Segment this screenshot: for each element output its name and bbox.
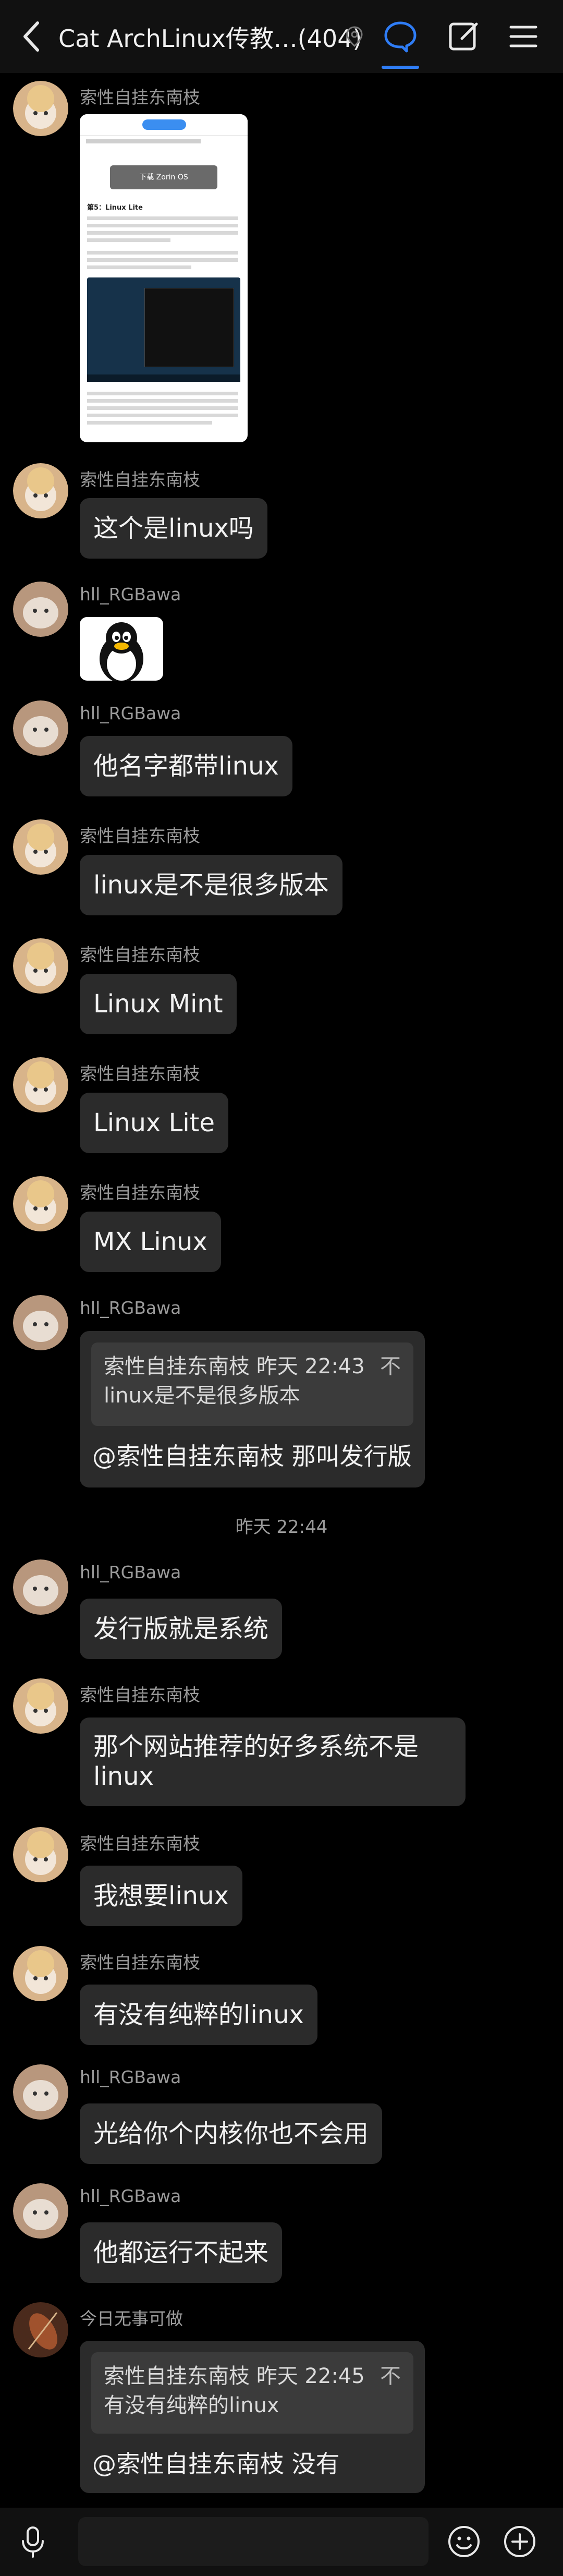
chevron-left-icon[interactable] bbox=[16, 16, 47, 57]
avatar-hll[interactable] bbox=[13, 1559, 68, 1615]
timestamp-divider: 昨天 22:44 bbox=[235, 1517, 328, 1538]
active-tab-indicator bbox=[382, 66, 419, 69]
quote-text: 有没有纯粹的linux bbox=[104, 2393, 279, 2417]
message-bubble[interactable]: 那个网站推荐的好多系统不是 linux bbox=[80, 1718, 466, 1806]
message-bubble[interactable]: 发行版就是系统 bbox=[80, 1599, 283, 1659]
avatar-hll[interactable] bbox=[13, 700, 68, 756]
sender-name: hll_RGBawa bbox=[80, 1298, 181, 1318]
plus-circle-icon[interactable] bbox=[501, 2523, 538, 2560]
avatar-suoxing[interactable] bbox=[13, 1678, 68, 1734]
quoted-reply-bubble[interactable]: 索性自挂东南枝 昨天 22:43 linux是不是很多版本 不 @索性自挂东南枝… bbox=[80, 1331, 425, 1487]
quote-truncated-char: 不 bbox=[380, 2364, 401, 2388]
message-line: linux bbox=[93, 1762, 154, 1791]
quote-truncated-char: 不 bbox=[380, 1354, 401, 1378]
avatar-hll[interactable] bbox=[13, 582, 68, 637]
avatar-suoxing[interactable] bbox=[13, 1057, 68, 1112]
desktop-preview-in-image bbox=[87, 277, 240, 382]
penguin-sticker[interactable] bbox=[80, 617, 163, 681]
message-bubble[interactable]: MX Linux bbox=[80, 1212, 221, 1272]
edit-note-icon[interactable] bbox=[443, 16, 485, 57]
avatar-suoxing[interactable] bbox=[13, 819, 68, 875]
sender-name: 索性自挂东南枝 bbox=[80, 1685, 200, 1705]
avatar-jinri[interactable] bbox=[13, 2302, 68, 2357]
sender-name: hll_RGBawa bbox=[80, 1562, 181, 1582]
reply-text: @索性自挂东南枝 那叫发行版 bbox=[92, 1442, 412, 1470]
sender-name: 索性自挂东南枝 bbox=[80, 945, 200, 965]
sender-name: 索性自挂东南枝 bbox=[80, 87, 200, 107]
section-title-in-image: 第5：Linux Lite bbox=[87, 204, 143, 212]
sender-name: 索性自挂东南枝 bbox=[80, 1063, 200, 1084]
quote-header: 索性自挂东南枝 昨天 22:45 bbox=[104, 2364, 365, 2388]
sender-name: 索性自挂东南枝 bbox=[80, 1952, 200, 1973]
sender-name: hll_RGBawa bbox=[80, 2186, 181, 2206]
tux-penguin-icon bbox=[100, 622, 143, 681]
avatar-suoxing[interactable] bbox=[13, 81, 68, 136]
chat-bubble-icon[interactable] bbox=[380, 16, 421, 57]
shared-screenshot-image[interactable]: 下载 Zorin OS 第5：Linux Lite bbox=[80, 114, 248, 442]
sender-name: 索性自挂东南枝 bbox=[80, 1182, 200, 1203]
avatar-hll[interactable] bbox=[13, 2183, 68, 2239]
sender-name: 索性自挂东南枝 bbox=[80, 1833, 200, 1854]
message-bubble[interactable]: linux是不是很多版本 bbox=[80, 855, 342, 915]
sender-name: hll_RGBawa bbox=[80, 2067, 181, 2087]
avatar-suoxing[interactable] bbox=[13, 463, 68, 518]
message-bubble[interactable]: Linux Mint bbox=[80, 974, 237, 1034]
hamburger-menu-icon[interactable] bbox=[503, 16, 544, 57]
avatar-suoxing[interactable] bbox=[13, 1827, 68, 1882]
message-bubble[interactable]: 他名字都带linux bbox=[80, 736, 292, 796]
sender-name: 索性自挂东南枝 bbox=[80, 469, 200, 490]
avatar-suoxing[interactable] bbox=[13, 938, 68, 994]
message-bubble[interactable]: 我想要linux bbox=[80, 1866, 242, 1926]
sender-name: hll_RGBawa bbox=[80, 584, 181, 604]
avatar-hll[interactable] bbox=[13, 1295, 68, 1350]
avatar-suoxing[interactable] bbox=[13, 1946, 68, 2001]
quoted-message[interactable]: 索性自挂东南枝 昨天 22:45 有没有纯粹的linux 不 bbox=[91, 2352, 413, 2434]
sender-name: hll_RGBawa bbox=[80, 703, 181, 723]
message-bubble[interactable]: 光给你个内核你也不会用 bbox=[80, 2103, 383, 2164]
chat-header: Cat ArchLinux传教…(404) bbox=[0, 0, 563, 73]
sender-name: 今日无事可做 bbox=[80, 2308, 183, 2329]
sender-name: 索性自挂东南枝 bbox=[80, 826, 200, 846]
emoji-icon[interactable] bbox=[446, 2523, 482, 2560]
chat-title[interactable]: Cat ArchLinux传教…(404) bbox=[58, 20, 362, 54]
quote-text: linux是不是很多版本 bbox=[104, 1384, 300, 1408]
microphone-icon[interactable] bbox=[15, 2523, 51, 2560]
download-button-in-image: 下载 Zorin OS bbox=[110, 165, 217, 189]
avatar-suoxing[interactable] bbox=[13, 1176, 68, 1231]
message-bubble[interactable]: 他都运行不起来 bbox=[80, 2222, 283, 2283]
quoted-reply-bubble[interactable]: 索性自挂东南枝 昨天 22:45 有没有纯粹的linux 不 @索性自挂东南枝 … bbox=[80, 2341, 425, 2493]
message-input[interactable] bbox=[78, 2517, 429, 2566]
message-bubble[interactable]: 这个是linux吗 bbox=[80, 498, 267, 559]
avatar-hll[interactable] bbox=[13, 2064, 68, 2120]
location-pin-icon bbox=[346, 26, 363, 47]
input-bar bbox=[0, 2508, 563, 2576]
quoted-message[interactable]: 索性自挂东南枝 昨天 22:43 linux是不是很多版本 不 bbox=[91, 1343, 413, 1426]
message-bubble[interactable]: 有没有纯粹的linux bbox=[80, 1985, 317, 2045]
message-bubble[interactable]: Linux Lite bbox=[80, 1093, 229, 1153]
quote-header: 索性自挂东南枝 昨天 22:43 bbox=[104, 1354, 365, 1378]
reply-text: @索性自挂东南枝 没有 bbox=[92, 2450, 340, 2478]
message-line: 那个网站推荐的好多系统不是 bbox=[93, 1732, 419, 1761]
